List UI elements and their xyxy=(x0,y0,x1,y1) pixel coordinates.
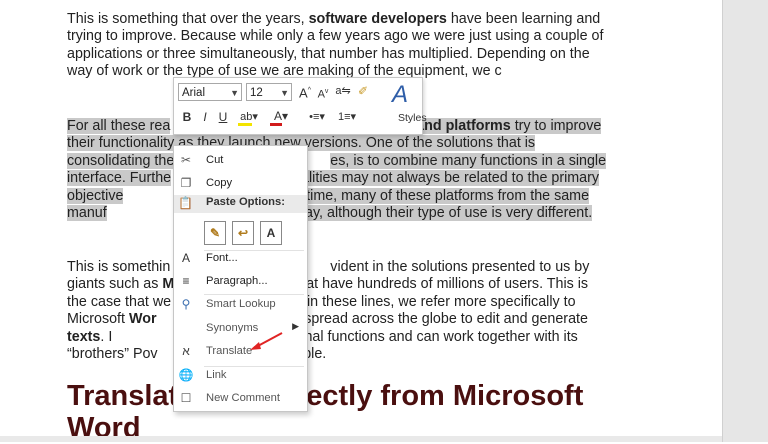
menu-item-link[interactable]: 🌐 Link xyxy=(174,364,307,386)
grow-font-glyph: A xyxy=(299,85,308,101)
clipboard-icon: 📋 xyxy=(178,196,193,210)
globe-link-icon: 🌐 xyxy=(178,368,194,382)
menu-item-label: New Comment xyxy=(206,392,280,404)
text-run: This is something that over the years, xyxy=(67,11,309,27)
styles-icon: A xyxy=(391,81,408,108)
font-size-box[interactable]: 12 ▼ xyxy=(246,83,292,101)
menu-item-label: Paragraph... xyxy=(206,275,268,287)
shrink-font-glyph: A xyxy=(317,88,325,101)
menu-item-label: Copy xyxy=(206,177,233,189)
shrink-font-icon[interactable]: Av xyxy=(316,84,330,103)
menu-item-label: Smart Lookup xyxy=(206,298,276,310)
menu-item-translate[interactable]: א Translate xyxy=(174,340,307,362)
menu-item-new-comment[interactable]: ☐ New Comment xyxy=(174,387,307,409)
highlight-color-button[interactable]: ab▾ xyxy=(236,108,262,126)
menu-item-copy[interactable]: ❐ Copy xyxy=(174,172,307,194)
clear-formatting-icon[interactable]: a⇋ xyxy=(334,83,352,99)
bold-button[interactable]: B xyxy=(180,109,194,125)
bullets-icon[interactable]: •≡▾ xyxy=(304,109,330,125)
menu-item-label: Cut xyxy=(206,154,224,166)
font-name-value: Arial xyxy=(182,87,206,99)
font-color-icon: A▾ xyxy=(273,109,289,123)
underline-button[interactable]: U xyxy=(216,109,230,125)
chevron-down-icon[interactable]: ▼ xyxy=(230,84,239,102)
paste-merge-formatting-icon[interactable]: ↩ xyxy=(232,221,254,245)
text-run: This is somethin xyxy=(67,259,171,275)
menu-item-smart-lookup[interactable]: ⚲ Smart Lookup xyxy=(174,293,307,315)
translate-icon: א xyxy=(182,344,190,358)
font-icon: A xyxy=(181,251,190,265)
menu-item-label: Link xyxy=(206,369,227,381)
paste-text-only-icon[interactable]: A xyxy=(260,221,282,245)
document-page[interactable]: This is something that over the years, s… xyxy=(0,0,722,444)
font-color-button[interactable]: A▾ xyxy=(268,108,294,126)
menu-item-label: Font... xyxy=(206,252,238,264)
text-run-bold: texts xyxy=(67,328,101,345)
numbering-icon[interactable]: 1≡▾ xyxy=(334,109,360,125)
paragraph-1[interactable]: This is something that over the years, s… xyxy=(67,11,607,81)
bottom-scroll-area xyxy=(0,436,722,442)
chevron-right-icon: ▶ xyxy=(292,321,299,331)
paste-keep-formatting-icon[interactable]: ✎ xyxy=(204,221,226,245)
paste-options-label: Paste Options: xyxy=(206,196,285,208)
comment-icon: ☐ xyxy=(180,391,192,405)
grow-font-icon[interactable]: A^ xyxy=(298,83,312,101)
menu-item-font[interactable]: A Font... xyxy=(174,247,307,269)
text-run: For all these rea xyxy=(67,118,171,134)
heading-part: Translat xyxy=(67,380,179,412)
scissors-icon: ✂ xyxy=(180,153,192,167)
menu-item-cut[interactable]: ✂ Cut xyxy=(174,149,307,171)
side-panel xyxy=(722,0,768,442)
format-painter-icon[interactable]: ✐ xyxy=(354,83,372,99)
text-run-bold: Wor xyxy=(128,311,157,328)
font-color-swatch xyxy=(270,123,282,126)
chevron-down-icon[interactable]: ▼ xyxy=(280,84,289,102)
annotation-arrow-icon xyxy=(250,332,283,350)
mini-format-toolbar: Arial ▼ 12 ▼ A^ Av a⇋ ✐ B I U ab▾ A▾ •≡▾… xyxy=(173,77,427,135)
highlighter-icon: ab▾ xyxy=(240,111,258,123)
text-run-bold: software developers xyxy=(308,11,447,27)
highlight-color-swatch xyxy=(238,123,252,126)
menu-item-synonyms[interactable]: Synonyms ▶ xyxy=(174,317,307,339)
section-heading[interactable]: Translat ectly from Microsoft Word xyxy=(67,380,667,444)
font-name-box[interactable]: Arial ▼ xyxy=(178,83,242,101)
italic-button[interactable]: I xyxy=(198,109,212,125)
styles-label: Styles xyxy=(398,112,427,124)
heading-part: ectly from Microsoft xyxy=(306,380,584,412)
paragraph-icon: ≡ xyxy=(182,274,190,288)
copy-icon: ❐ xyxy=(180,176,192,190)
font-size-value: 12 xyxy=(250,87,263,99)
text-run: . I xyxy=(100,328,113,345)
paragraph-3[interactable]: This is somethin vident in the solutions … xyxy=(67,259,607,363)
search-icon: ⚲ xyxy=(181,297,191,311)
menu-item-paragraph[interactable]: ≡ Paragraph... xyxy=(174,270,307,292)
paste-options-header: 📋 Paste Options: xyxy=(174,195,307,213)
context-menu: ✂ Cut ❐ Copy 📋 Paste Options: ✎ ↩ A A Fo… xyxy=(173,145,308,412)
